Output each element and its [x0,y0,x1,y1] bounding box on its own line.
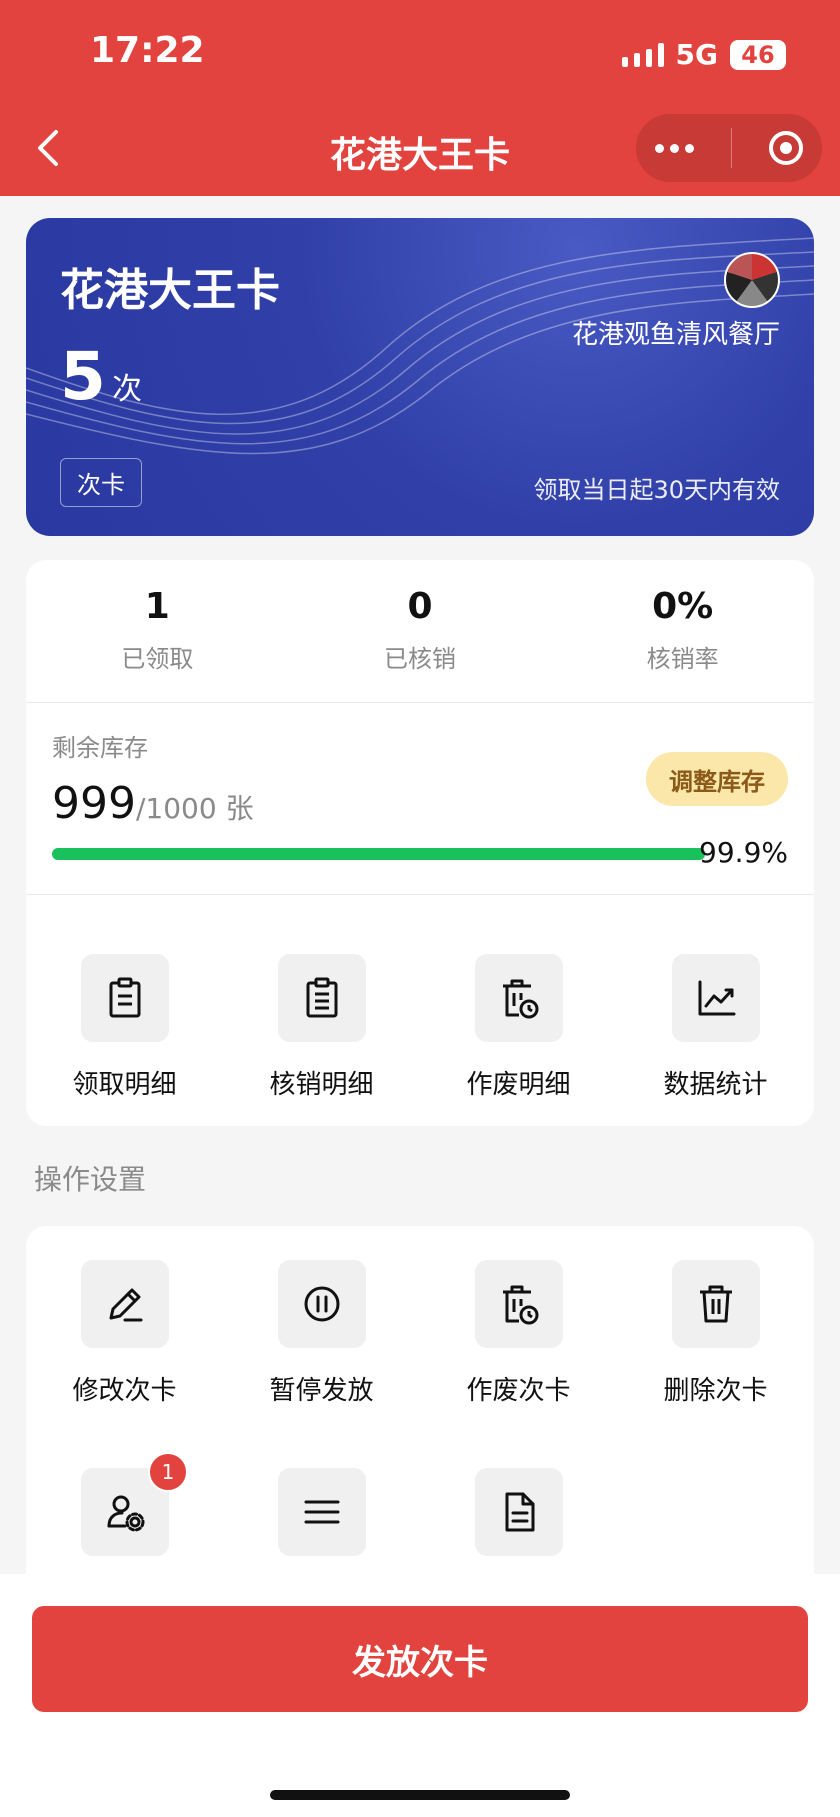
data-stats-button[interactable]: 数据统计 [617,954,814,1101]
more-icon[interactable] [654,143,694,153]
adjust-stock-button[interactable]: 调整库存 [646,752,788,806]
menu-list-button[interactable] [223,1468,420,1556]
stat-claimed: 1 已领取 [121,586,194,673]
section-title-ops: 操作设置 [34,1163,147,1196]
chart-line-icon [698,980,735,1016]
card-banner: 花港大王卡 5次 次卡 花港观鱼清风餐厅 领取当日起30天内有效 [26,218,814,536]
ops-panel: 修改次卡 暂停发放 作废次卡 删除次卡 1 [26,1226,814,1596]
stock-progress-bar [52,848,706,860]
battery-indicator: 46 [730,39,786,70]
stats-row: 1 已领取 0 已核销 0% 核销率 [26,586,814,674]
ops-grid-row-2: 1 [26,1452,814,1556]
pause-icon [304,1286,339,1322]
miniapp-capsule [636,114,822,182]
trash-clock-icon [502,979,538,1019]
stock-total: /1000 张 [135,792,254,825]
trash-icon [699,1285,732,1323]
home-indicator [270,1790,570,1800]
issue-card-button[interactable]: 发放次卡 [32,1606,808,1712]
status-time: 17:22 [90,30,205,71]
trash-clock-icon [502,1285,538,1325]
header-bar: 17:22 5G 46 花港大王卡 [0,0,840,196]
clipboard-icon [109,977,140,1018]
card-count: 5次 [60,338,142,415]
stock-progress-fill [52,848,706,860]
bottom-action-bar: 发放次卡 [0,1574,840,1817]
stock-value: 999/1000 张 [52,778,254,829]
detail-grid: 领取明细 核销明细 作废明细 数据统计 [26,954,814,1101]
document-icon [505,1492,534,1532]
notification-badge: 1 [148,1452,188,1492]
card-count-unit: 次 [111,372,142,407]
network-type: 5G [675,38,718,71]
signal-icon [621,42,664,67]
stat-redeemed: 0 已核销 [383,586,456,673]
edit-icon [109,1288,142,1322]
ops-grid-row-1: 修改次卡 暂停发放 作废次卡 删除次卡 [26,1260,814,1407]
status-indicators: 5G 46 [621,38,786,71]
card-count-number: 5 [60,338,106,415]
stat-redeem-rate: 0% 核销率 [646,586,719,673]
stock-percent: 99.9% [699,836,788,869]
void-details-button[interactable]: 作废明细 [420,954,617,1101]
shop-name: 花港观鱼清风餐厅 [571,320,780,350]
document-button[interactable] [420,1468,617,1556]
stats-panel: 1 已领取 0 已核销 0% 核销率 剩余库存 999/1000 张 调整库存 … [26,560,814,1126]
stock-current: 999 [52,778,136,829]
divider [26,702,814,703]
stock-label: 剩余库存 [52,734,148,762]
card-type-tag: 次卡 [60,458,142,507]
void-card-button[interactable]: 作废次卡 [420,1260,617,1407]
menu-icon [304,1500,339,1524]
card-title: 花港大王卡 [60,265,280,316]
close-miniapp-icon[interactable] [769,131,804,165]
edit-card-button[interactable]: 修改次卡 [26,1260,223,1407]
delete-card-button[interactable]: 删除次卡 [617,1260,814,1407]
user-settings-icon [107,1495,144,1532]
divider [26,894,814,895]
staff-settings-button[interactable]: 1 [26,1452,223,1556]
pause-issue-button[interactable]: 暂停发放 [223,1260,420,1407]
shop-avatar [724,252,780,308]
claim-details-button[interactable]: 领取明细 [26,954,223,1101]
redeem-details-button[interactable]: 核销明细 [223,954,420,1101]
clipboard-list-icon [306,977,337,1018]
validity-text: 领取当日起30天内有效 [533,476,780,504]
